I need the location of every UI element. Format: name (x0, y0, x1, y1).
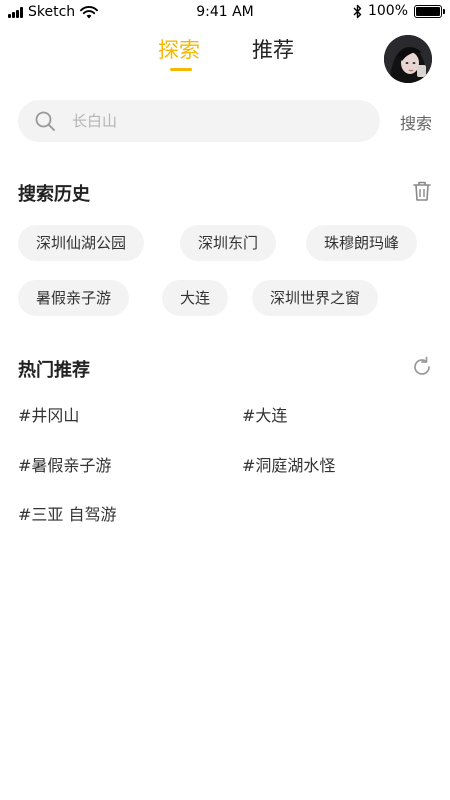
status-right: 100% (353, 3, 445, 19)
history-title: 搜索历史 (18, 184, 90, 205)
history-chip[interactable]: 大连 (162, 280, 229, 316)
search-button[interactable]: 搜索 (400, 110, 432, 134)
history-chip[interactable]: 深圳东门 (180, 225, 277, 261)
hot-item[interactable]: #井冈山 (18, 402, 79, 426)
refresh-icon[interactable] (411, 356, 433, 378)
tab-recommend[interactable]: 推荐 (252, 34, 294, 64)
hot-title: 热门推荐 (18, 360, 90, 381)
search-icon (35, 111, 55, 131)
search-input[interactable] (72, 100, 362, 142)
history-chip[interactable]: 珠穆朗玛峰 (306, 225, 418, 261)
hot-item[interactable]: #三亚 自驾游 (18, 501, 117, 525)
top-tabs: 探索 推荐 (0, 30, 450, 80)
active-tab-indicator (170, 68, 192, 71)
history-chip[interactable]: 暑假亲子游 (18, 280, 130, 316)
bluetooth-icon (353, 4, 362, 18)
hot-item[interactable]: #大连 (242, 402, 287, 426)
tab-explore[interactable]: 探索 (158, 34, 200, 64)
hot-item[interactable]: #暑假亲子游 (18, 452, 111, 476)
history-chip[interactable]: 深圳仙湖公园 (18, 225, 145, 261)
avatar[interactable] (384, 35, 432, 83)
battery-percent: 100% (367, 3, 408, 19)
battery-icon (414, 4, 445, 18)
hot-item[interactable]: #洞庭湖水怪 (242, 452, 335, 476)
trash-icon[interactable] (412, 180, 432, 202)
search-bar (18, 100, 380, 142)
status-bar: Sketch 9:41 AM 100% (0, 0, 450, 26)
history-chip[interactable]: 深圳世界之窗 (252, 280, 379, 316)
